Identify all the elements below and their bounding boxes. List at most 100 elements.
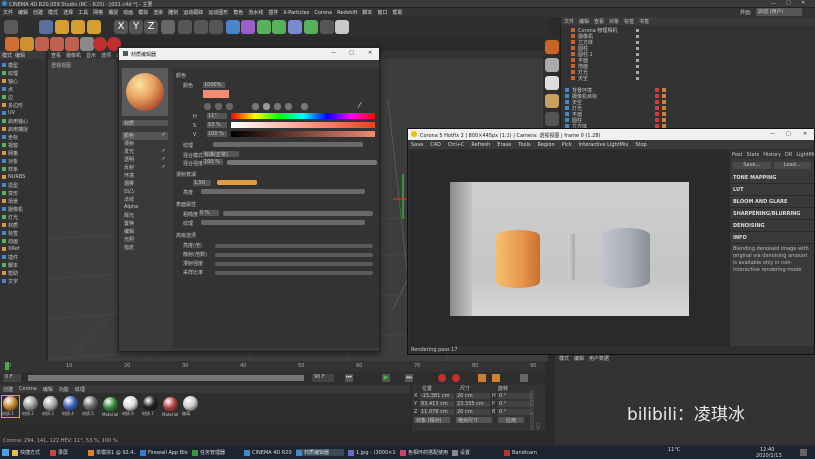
menu-item[interactable]: 运动跟踪 bbox=[183, 9, 203, 16]
left-panel-item[interactable]: 插件 bbox=[0, 253, 46, 261]
coords-size-field[interactable]: 20 cm bbox=[456, 409, 490, 415]
channel-item[interactable]: 发光 ✓ bbox=[122, 148, 168, 156]
left-panel-item[interactable]: 视窗 bbox=[0, 141, 46, 149]
left-panel-item[interactable]: 造型 bbox=[0, 181, 46, 189]
menu-item[interactable]: 工具 bbox=[78, 9, 88, 16]
left-panel-item[interactable]: XRef bbox=[0, 245, 46, 253]
spectrum-icon[interactable] bbox=[215, 103, 222, 110]
object-visibility-icon[interactable] bbox=[636, 70, 639, 74]
eyedropper-icon[interactable]: ⁄ bbox=[359, 101, 367, 110]
object-manager-menu-item[interactable]: 书签 bbox=[639, 18, 649, 25]
object-tag-icon[interactable] bbox=[655, 94, 659, 98]
layout-select[interactable]: 启动 (用户) bbox=[756, 8, 802, 16]
vfb-toolbar-item[interactable]: Region bbox=[538, 142, 555, 148]
taskbar-item[interactable]: 色相环的搭配使用... bbox=[400, 449, 448, 456]
left-panel-item[interactable]: 启用捕捉 bbox=[0, 125, 46, 133]
object-manager-menu-item[interactable]: 编辑 bbox=[579, 18, 589, 25]
object-tag-icon[interactable] bbox=[655, 112, 659, 116]
left-panel-item[interactable]: 对象 bbox=[0, 157, 46, 165]
object-row[interactable]: 天空 bbox=[571, 75, 815, 82]
record-key-button[interactable] bbox=[438, 374, 446, 382]
menu-item[interactable]: 脚本 bbox=[362, 9, 372, 16]
v-slider[interactable] bbox=[231, 131, 375, 137]
s-slider[interactable] bbox=[231, 122, 375, 128]
advanced-item-slider[interactable] bbox=[215, 261, 373, 266]
vfb-toolbar-item[interactable]: Stop bbox=[635, 142, 646, 148]
channel-item[interactable]: 法线 bbox=[122, 196, 168, 204]
attr-tab-userdata[interactable]: 用户数据 bbox=[589, 355, 609, 362]
menu-item[interactable]: X-Particles bbox=[283, 10, 309, 16]
material-thumbnail[interactable]: Material bbox=[162, 396, 179, 417]
vfb-maximize[interactable]: □ bbox=[786, 131, 791, 137]
close-button[interactable]: ✕ bbox=[801, 0, 809, 6]
coords-size-field[interactable]: 23.335 cm bbox=[456, 401, 490, 407]
left-panel-item[interactable]: 脚本 bbox=[0, 261, 46, 269]
left-panel-item[interactable]: 场景 bbox=[0, 197, 46, 205]
vfb-save-preset[interactable]: Save... bbox=[733, 162, 771, 169]
diffuse-falloff-slider[interactable] bbox=[217, 180, 257, 185]
scale-icon[interactable] bbox=[71, 20, 85, 34]
texture2-slot[interactable] bbox=[201, 220, 365, 225]
s-value[interactable]: 53 % bbox=[207, 122, 227, 128]
mixer-icon[interactable] bbox=[285, 103, 292, 110]
taskbar-item[interactable]: 1.jpg - (3000×16... bbox=[348, 449, 396, 456]
vfb-side-tab[interactable]: History bbox=[763, 152, 781, 158]
pen-icon[interactable] bbox=[241, 20, 255, 34]
go-start-button[interactable]: ⏮ bbox=[345, 374, 353, 382]
roughness-slider[interactable] bbox=[223, 211, 373, 216]
vfb-side-tab[interactable]: Stats bbox=[746, 152, 759, 158]
left-panel-item[interactable]: 灯光 bbox=[0, 213, 46, 221]
left-panel-item[interactable]: 变形 bbox=[0, 189, 46, 197]
object-manager-menu-item[interactable]: 查看 bbox=[594, 18, 604, 25]
menu-item[interactable]: 创建 bbox=[33, 9, 43, 16]
v-value[interactable]: 100 % bbox=[207, 131, 227, 137]
vfb-side-tab[interactable]: DR bbox=[785, 152, 792, 158]
left-panel-item[interactable]: 纹理 bbox=[0, 69, 46, 77]
end-frame-field[interactable]: 90 F bbox=[312, 374, 334, 382]
coords-size-field[interactable]: 20 cm bbox=[456, 393, 490, 399]
object-tag-icon[interactable] bbox=[662, 112, 666, 116]
mix-strength-slider[interactable] bbox=[227, 160, 377, 165]
material-preview[interactable] bbox=[122, 68, 168, 116]
notification-icon[interactable] bbox=[800, 449, 807, 456]
left-panel-item[interactable]: 摄像机 bbox=[0, 205, 46, 213]
hsv-icon[interactable] bbox=[263, 103, 270, 110]
object-icon-3[interactable] bbox=[545, 76, 559, 90]
object-tag-icon[interactable] bbox=[662, 106, 666, 110]
material-thumbnail[interactable]: Material bbox=[102, 396, 119, 417]
coords-rotation-field[interactable]: 0 ° bbox=[498, 409, 532, 415]
motion-path-button[interactable] bbox=[492, 374, 500, 382]
coords-apply-button[interactable]: 应用 bbox=[498, 417, 525, 424]
left-tab-edit[interactable]: 编辑 bbox=[15, 52, 25, 59]
left-panel-item[interactable]: NURBS bbox=[0, 173, 46, 181]
object-tag-icon[interactable] bbox=[662, 88, 666, 92]
channel-item[interactable]: 颜色 ✓ bbox=[122, 132, 168, 140]
current-frame-field[interactable]: 0 F bbox=[3, 374, 21, 382]
channel-item[interactable]: 编辑 bbox=[122, 228, 168, 236]
menu-item[interactable]: 网格 bbox=[93, 9, 103, 16]
object-tag-icon[interactable] bbox=[655, 118, 659, 122]
menu-item[interactable]: 窗口 bbox=[377, 9, 387, 16]
viewport-menu-item[interactable]: 显示 bbox=[86, 52, 96, 59]
render-view-icon[interactable] bbox=[194, 20, 208, 34]
menu-item[interactable]: 角色 bbox=[233, 9, 243, 16]
vfb-render-area[interactable] bbox=[410, 150, 730, 346]
cube-icon[interactable] bbox=[226, 20, 240, 34]
go-end-button[interactable]: ⏭ bbox=[405, 374, 413, 382]
advanced-item-slider[interactable] bbox=[215, 252, 373, 257]
material-shelf-menu-item[interactable]: Corona bbox=[19, 386, 37, 392]
object-tag-icon[interactable] bbox=[662, 100, 666, 104]
menu-item[interactable]: 选择 bbox=[63, 9, 73, 16]
frame-range-slider[interactable] bbox=[28, 375, 304, 381]
taskbar-item[interactable]: 录屏 bbox=[50, 449, 84, 456]
deformer-icon[interactable] bbox=[288, 20, 302, 34]
menu-item[interactable]: 动画 bbox=[123, 9, 133, 16]
start-button[interactable] bbox=[2, 449, 9, 456]
snap-icon[interactable] bbox=[80, 37, 94, 51]
menu-item[interactable]: 捕捉 bbox=[108, 9, 118, 16]
taskbar-item[interactable]: 设置 bbox=[452, 449, 500, 456]
undo-icon[interactable] bbox=[4, 20, 18, 34]
auto-key-button[interactable] bbox=[452, 374, 460, 382]
left-panel-item[interactable]: 轴心 bbox=[0, 77, 46, 85]
coords-position-field[interactable]: 83.413 cm bbox=[420, 401, 454, 407]
